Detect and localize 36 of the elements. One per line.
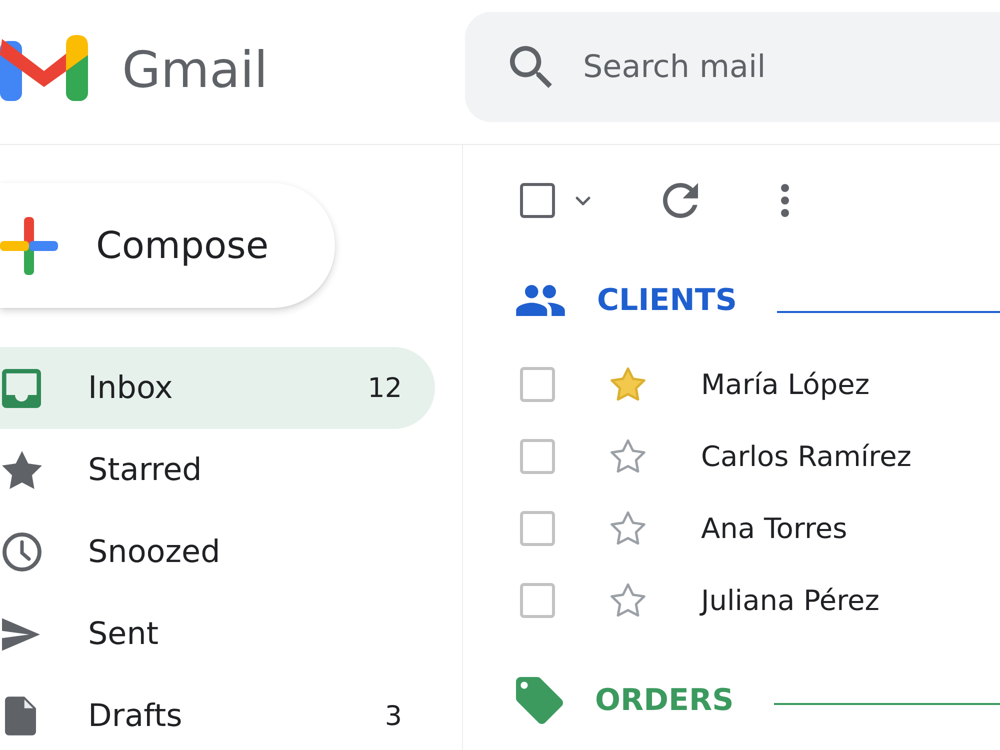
row-checkbox[interactable] [520,510,555,546]
sender-name: Ana Torres [701,512,848,544]
plus-icon [0,216,58,274]
more-options-icon[interactable] [780,183,790,218]
nav-item[interactable]: Inbox 12 [0,347,435,429]
nav-item[interactable]: Sent [0,593,435,675]
refresh-icon[interactable] [663,183,698,218]
clock-icon [2,532,42,572]
star-icon[interactable] [610,439,646,473]
search-field[interactable]: Search mail [465,12,1000,122]
row-checkbox[interactable] [520,582,555,618]
caret-icon[interactable] [575,196,591,206]
sender-name: María López [701,368,870,400]
star-icon[interactable] [610,367,646,401]
inbox-icon [2,368,41,408]
unread-count: 12 [368,372,402,404]
star-icon [2,451,42,489]
nav-item[interactable]: Drafts 3 [0,682,435,750]
unread-count: 3 [384,700,402,732]
row-checkbox[interactable] [520,366,555,402]
logo-icon[interactable] [0,35,88,101]
send-icon [2,618,40,650]
search-icon[interactable] [510,46,552,88]
nav-item[interactable]: Snoozed [0,511,435,593]
sender-name: Carlos Ramírez [701,440,912,472]
app-name: Gmail [122,40,268,100]
sender-name: Juliana Pérez [701,584,880,616]
row-checkbox[interactable] [520,438,555,474]
star-icon[interactable] [610,511,646,545]
star-icon[interactable] [610,583,646,617]
select-all-checkbox[interactable] [520,183,555,218]
document-icon [5,696,36,736]
section-title: CLIENTS [597,282,737,318]
compose-button[interactable]: Compose [0,183,335,308]
nav-item[interactable]: Starred [0,429,435,511]
section-title: ORDERS [595,682,734,718]
